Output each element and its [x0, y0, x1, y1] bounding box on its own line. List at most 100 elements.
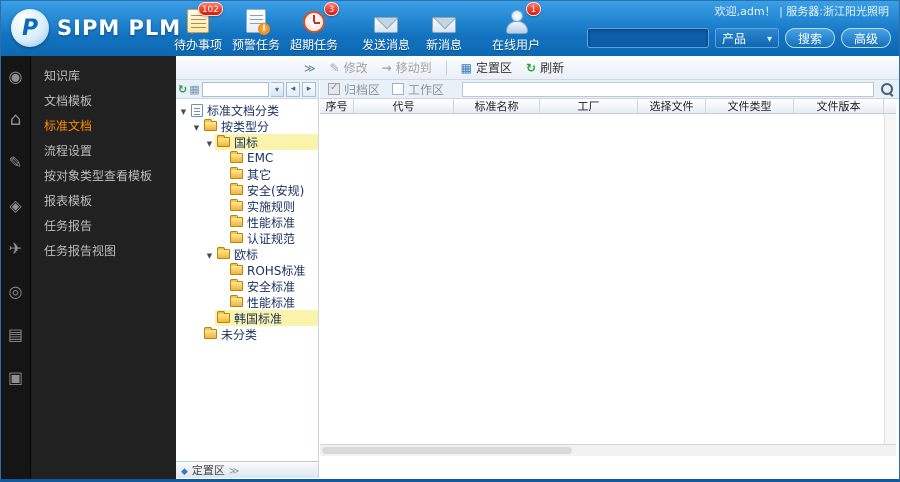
tree-filter-dropdown[interactable]: [271, 81, 284, 97]
fixed-zone-bar-label: 定置区: [191, 464, 225, 477]
grid-search-input[interactable]: [462, 81, 874, 97]
horizontal-scrollbar-thumb[interactable]: [322, 447, 572, 454]
tree-refresh-icon[interactable]: [178, 84, 187, 95]
communication-icon[interactable]: [9, 68, 23, 86]
grid-header: 序号 代号 标准名称 工厂 选择文件 文件类型 文件版本: [320, 99, 896, 114]
toolbar-overflow-icon[interactable]: [304, 61, 316, 75]
tree-node-emc[interactable]: EMC: [176, 150, 318, 166]
nav-todo-label: 待办事项: [173, 38, 222, 52]
search-icon[interactable]: [880, 82, 895, 97]
work-area-label: 工作区: [408, 82, 445, 97]
col-file[interactable]: 选择文件: [638, 99, 706, 113]
tree-node-label: 安全(安规): [247, 183, 305, 198]
move-to-button[interactable]: 移动到: [382, 59, 432, 76]
user-icon: 1: [505, 2, 541, 34]
grid-zone-icon: [461, 62, 472, 74]
tree-node-korean[interactable]: 韩国标准: [176, 310, 318, 326]
archive-area-label: 归档区: [344, 82, 381, 97]
library-icon[interactable]: [8, 326, 23, 344]
col-factory[interactable]: 工厂: [540, 99, 638, 113]
nav-overdue-tasks[interactable]: 3 超期任务: [285, 2, 343, 53]
fixed-zone-bar[interactable]: 定置区: [176, 461, 318, 478]
fixed-zone-label: 定置区: [476, 61, 513, 75]
home-icon[interactable]: [10, 111, 21, 129]
module-icon[interactable]: [9, 197, 21, 215]
col-file-type[interactable]: 文件类型: [706, 99, 794, 113]
tree-node-label: 未分类: [221, 327, 258, 342]
grid-body[interactable]: [320, 114, 884, 444]
todo-badge: 102: [197, 2, 223, 16]
expander-icon[interactable]: [178, 103, 189, 117]
tree-node-by-type[interactable]: 按类型分: [176, 118, 318, 134]
tree-node-label: 其它: [247, 167, 272, 182]
sidebar-item-knowledge-base[interactable]: 知识库: [32, 64, 176, 89]
horizontal-scrollbar[interactable]: [320, 444, 896, 456]
tree-node-safety[interactable]: 安全(安规): [176, 182, 318, 198]
pin-icon: [181, 464, 188, 477]
tree-node-implementation[interactable]: 实施规则: [176, 198, 318, 214]
col-code[interactable]: 代号: [354, 99, 454, 113]
archive-area-checkbox[interactable]: [328, 82, 340, 95]
nav-new-message[interactable]: 新消息: [415, 6, 473, 53]
expander-icon[interactable]: [204, 135, 215, 149]
tree-node-national[interactable]: 国标: [176, 134, 318, 150]
folder-icon: [230, 295, 243, 307]
send-icon[interactable]: [9, 240, 22, 258]
col-name[interactable]: 标准名称: [454, 99, 540, 113]
fixed-zone-button[interactable]: 定置区: [461, 59, 512, 76]
expander-icon[interactable]: [204, 247, 215, 261]
nav-warning-tasks[interactable]: 预警任务: [227, 6, 285, 53]
grid-filter-bar: 归档区 工作区: [320, 80, 899, 99]
app-logo[interactable]: P SIPM PLM: [11, 9, 195, 47]
refresh-button[interactable]: 刷新: [526, 59, 564, 76]
prev-icon[interactable]: [286, 81, 300, 97]
folder-icon: [230, 215, 243, 227]
nav-online-label: 在线用户: [491, 38, 540, 52]
tree-node-label: 欧标: [234, 247, 259, 262]
tree-node-rohs[interactable]: ROHS标准: [176, 262, 318, 278]
sidebar-icon-strip: [1, 56, 31, 479]
tree-node-other[interactable]: 其它: [176, 166, 318, 182]
next-icon[interactable]: [302, 81, 316, 97]
folder-icon: [217, 135, 230, 147]
sidebar-item-view-by-type[interactable]: 按对象类型查看模板: [32, 164, 176, 189]
col-file-ver[interactable]: 文件版本: [794, 99, 884, 113]
chevron-down-icon: [767, 31, 772, 45]
work-area-checkbox[interactable]: [392, 83, 405, 95]
sidebar-item-standard-docs[interactable]: 标准文档: [32, 114, 176, 139]
nav-online-users[interactable]: 1 在线用户: [487, 2, 545, 53]
tree-filter-input[interactable]: [201, 81, 269, 97]
collapse-icon[interactable]: [229, 464, 239, 477]
tree-node-certification[interactable]: 认证规范: [176, 230, 318, 246]
sidebar-item-task-report[interactable]: 任务报告: [32, 214, 176, 239]
tree-node-performance[interactable]: 性能标准: [176, 214, 318, 230]
expander-icon[interactable]: [191, 119, 202, 133]
target-icon[interactable]: [9, 283, 23, 301]
advanced-search-button[interactable]: 高级: [840, 28, 891, 48]
tree-view-icon[interactable]: [189, 84, 199, 95]
global-search-input[interactable]: [586, 28, 709, 48]
sidebar-item-report-templates[interactable]: 报表模板: [32, 189, 176, 214]
vertical-scrollbar[interactable]: [884, 114, 896, 444]
folder-icon: [217, 247, 230, 259]
edit-icon: [330, 62, 340, 74]
gallery-icon[interactable]: [8, 369, 23, 387]
tree-node-european[interactable]: 欧标: [176, 246, 318, 262]
app-window: 欢迎,adm！ | 服务器:浙江阳光照明 P SIPM PLM 102 待办事项…: [0, 0, 900, 482]
tree-node-safety-std[interactable]: 安全标准: [176, 278, 318, 294]
sidebar-item-task-report-view[interactable]: 任务报告视图: [32, 239, 176, 264]
tree-node-performance-std[interactable]: 性能标准: [176, 294, 318, 310]
nav-send-message[interactable]: 发送消息: [357, 6, 415, 53]
sidebar-item-doc-templates[interactable]: 文档模板: [32, 89, 176, 114]
col-seq[interactable]: 序号: [320, 99, 354, 113]
search-category-select[interactable]: 产品: [714, 28, 779, 48]
tree-node-root[interactable]: 标准文档分类: [176, 102, 318, 118]
search-button[interactable]: 搜索: [784, 28, 835, 48]
sidebar-item-process-settings[interactable]: 流程设置: [32, 139, 176, 164]
app-title: SIPM PLM: [57, 16, 182, 40]
edit-icon[interactable]: [9, 154, 22, 172]
tree-node-uncategorized[interactable]: 未分类: [176, 326, 318, 342]
move-to-label: 移动到: [395, 61, 432, 75]
nav-todo[interactable]: 102 待办事项: [169, 2, 227, 53]
modify-button[interactable]: 修改: [330, 59, 368, 76]
